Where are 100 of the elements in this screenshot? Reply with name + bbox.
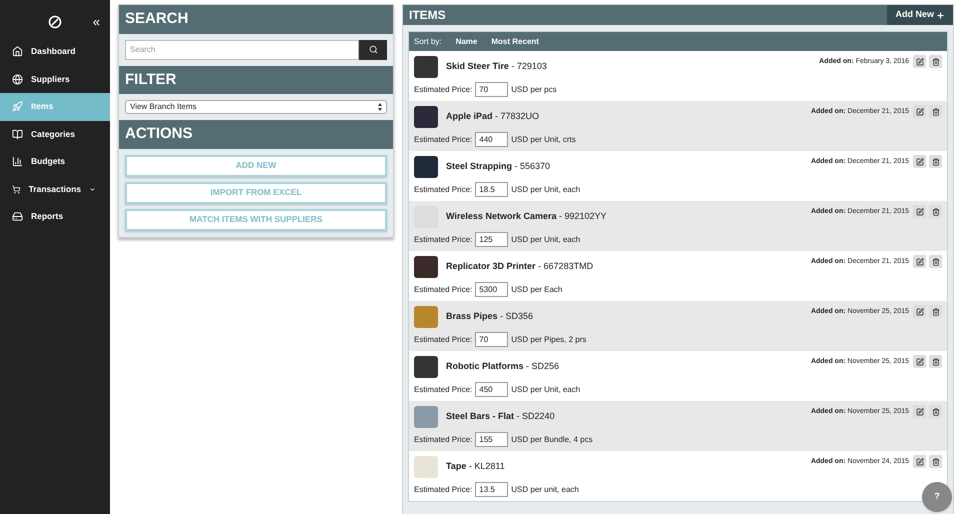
edit-icon (916, 58, 924, 66)
price-field[interactable]: 450 (475, 382, 508, 397)
search-icon (368, 45, 378, 54)
edit-icon (916, 408, 924, 416)
product-photo (414, 156, 438, 178)
edit-button[interactable] (913, 305, 926, 318)
price-label: Estimated Price: (414, 484, 472, 496)
price-field[interactable]: 18.5 (475, 182, 508, 197)
edit-icon (916, 258, 924, 266)
sort-option[interactable]: Name (456, 36, 478, 48)
product-photo (414, 356, 438, 378)
stepper-icon (378, 103, 382, 111)
price-label: Estimated Price: (414, 84, 472, 96)
edit-icon (916, 208, 924, 216)
unit-label: USD per Each (511, 284, 562, 296)
nav-icon (12, 184, 21, 195)
section-header: ACTIONS (119, 120, 393, 148)
price-label: Estimated Price: (414, 284, 472, 296)
edit-button[interactable] (913, 355, 926, 368)
add-new-button[interactable]: Add New (887, 5, 953, 25)
item-title: Robotic Platforms - SD256 (446, 360, 560, 374)
trash-icon (932, 108, 940, 116)
filter-select[interactable]: View Branch Items (125, 100, 387, 114)
sidebar-item[interactable]: Budgets (0, 148, 110, 176)
edit-icon (916, 358, 924, 366)
sidebar-item[interactable]: Categories (0, 120, 110, 148)
edit-button[interactable] (913, 255, 926, 268)
edit-button[interactable] (913, 155, 926, 168)
delete-button[interactable] (929, 105, 942, 118)
edit-button[interactable] (913, 405, 926, 418)
plus-icon (936, 10, 945, 20)
trash-icon (932, 358, 940, 366)
sidebar-item[interactable]: Dashboard (0, 38, 110, 66)
sort-option[interactable]: Most Recent (491, 36, 539, 48)
trash-icon (932, 58, 940, 66)
delete-button[interactable] (929, 355, 942, 368)
unit-label: USD per Unit, crts (511, 134, 576, 146)
item-title: Apple iPad - 77832UO (446, 110, 540, 124)
sidebar-item[interactable]: Suppliers (0, 66, 110, 93)
price-label: Estimated Price: (414, 434, 472, 446)
unit-label: USD per Bundle, 4 pcs (511, 434, 593, 446)
unit-label: USD per Unit, each (511, 184, 580, 196)
price-label: Estimated Price: (414, 384, 472, 396)
section-header: SEARCH (119, 5, 393, 34)
nav-icon (12, 74, 23, 85)
edit-icon (916, 458, 924, 466)
unit-label: USD per Unit, each (511, 384, 580, 396)
items-title: ITEMS (408, 7, 447, 24)
delete-button[interactable] (929, 455, 942, 468)
item-title: Brass Pipes - SD356 (446, 310, 534, 324)
edit-button[interactable] (913, 455, 926, 468)
nav-icon (12, 156, 23, 168)
delete-button[interactable] (929, 255, 942, 268)
product-photo (414, 106, 438, 128)
trash-icon (932, 308, 940, 316)
item-title: Steel Bars - Flat - SD2240 (446, 410, 555, 424)
delete-button[interactable] (929, 205, 942, 218)
trash-icon (932, 158, 940, 166)
price-label: Estimated Price: (414, 184, 472, 196)
product-photo (414, 256, 438, 278)
edit-icon (916, 158, 924, 166)
price-label: Estimated Price: (414, 234, 472, 246)
edit-icon (916, 308, 924, 316)
unit-label: USD per pcs (511, 84, 557, 96)
item-title: Skid Steer Tire - 729103 (446, 60, 547, 74)
search-button[interactable] (359, 40, 387, 60)
price-field[interactable]: 440 (475, 132, 508, 147)
section-header: FILTER (119, 66, 393, 94)
product-photo (414, 56, 438, 78)
price-label: Estimated Price: (414, 334, 472, 346)
price-field[interactable]: 125 (475, 232, 508, 247)
price-field[interactable]: 155 (475, 432, 508, 447)
sort-label: Sort by: (414, 36, 442, 48)
search-field[interactable]: Search (125, 40, 359, 60)
nav-icon (12, 211, 23, 222)
nav-icon (12, 128, 23, 140)
delete-button[interactable] (929, 305, 942, 318)
edit-icon (916, 108, 924, 116)
delete-button[interactable] (929, 55, 942, 68)
delete-button[interactable] (929, 155, 942, 168)
price-field[interactable]: 70 (475, 82, 508, 97)
item-title: Replicator 3D Printer - 667283TMD (446, 260, 594, 274)
delete-button[interactable] (929, 405, 942, 418)
price-field[interactable]: 70 (475, 332, 508, 347)
edit-button[interactable] (913, 205, 926, 218)
trash-icon (932, 408, 940, 416)
item-title: Wireless Network Camera - 992102YY (446, 210, 607, 224)
sidebar-item[interactable]: Reports (0, 203, 110, 230)
price-label: Estimated Price: (414, 134, 472, 146)
price-field[interactable]: 13.5 (475, 482, 508, 497)
item-title: Steel Strapping - 556370 (446, 160, 550, 174)
item-title: Tape - KL2811 (446, 460, 505, 474)
trash-icon (932, 208, 940, 216)
nav-icon (12, 101, 23, 112)
sidebar-item[interactable]: Transactions (0, 176, 110, 203)
edit-button[interactable] (913, 105, 926, 118)
price-field[interactable]: 5300 (475, 282, 508, 297)
collapse-toggle[interactable]: « (92, 12, 100, 32)
trash-icon (932, 258, 940, 266)
edit-button[interactable] (913, 55, 926, 68)
